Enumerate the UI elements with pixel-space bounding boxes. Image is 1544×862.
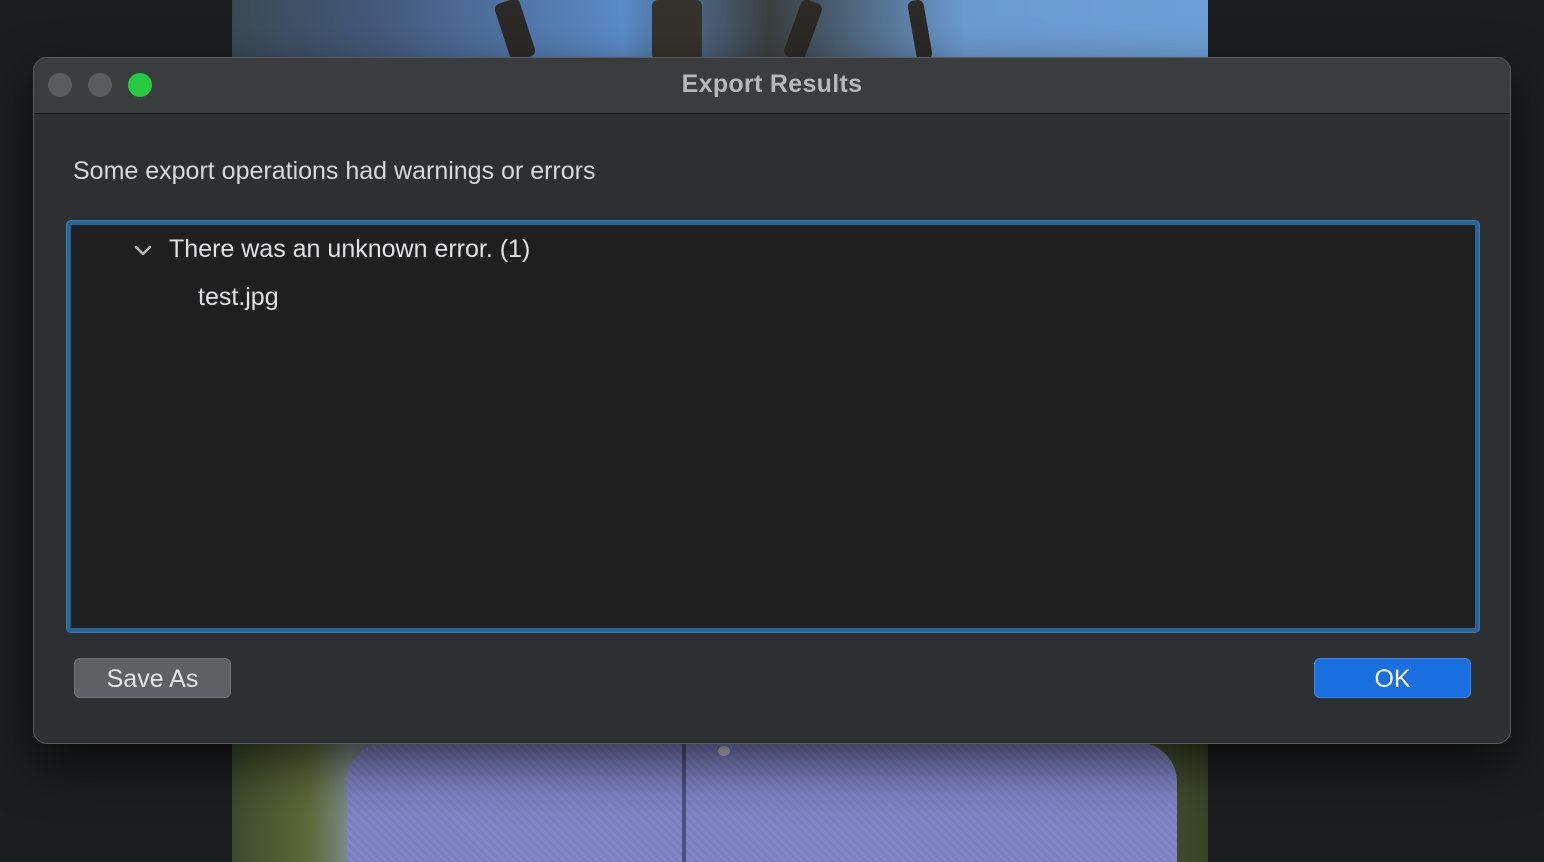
export-results-dialog: Export Results Some export operations ha… bbox=[33, 57, 1511, 744]
tree-item-file[interactable]: test.jpg bbox=[198, 283, 279, 312]
ok-button[interactable]: OK bbox=[1314, 658, 1471, 698]
results-tree[interactable]: There was an unknown error. (1) test.jpg bbox=[67, 221, 1479, 632]
status-message: Some export operations had warnings or e… bbox=[73, 157, 596, 185]
tree-group-unknown-error[interactable]: There was an unknown error. (1) bbox=[131, 235, 530, 264]
save-as-button[interactable]: Save As bbox=[74, 658, 231, 698]
chevron-down-icon[interactable] bbox=[131, 238, 155, 262]
background-photo-bottom bbox=[232, 742, 1208, 862]
window-title: Export Results bbox=[681, 70, 863, 98]
background-photo-top bbox=[232, 0, 1208, 60]
title-bar[interactable]: Export Results bbox=[34, 58, 1510, 114]
tree-group-label: There was an unknown error. (1) bbox=[169, 235, 531, 263]
